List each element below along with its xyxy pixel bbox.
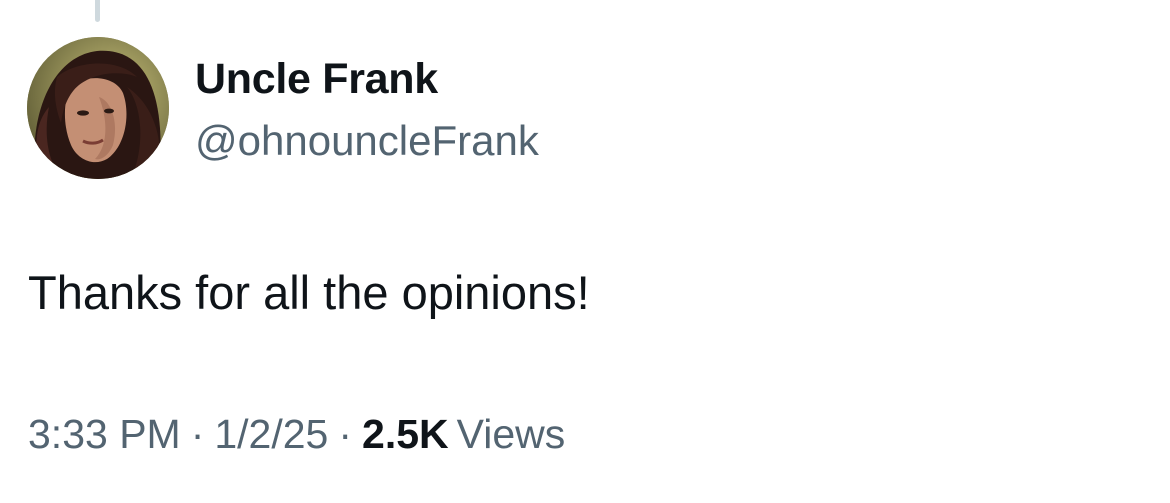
meta-separator: · bbox=[338, 411, 353, 457]
meta-separator: · bbox=[190, 411, 205, 457]
author-block: Uncle Frank @ohnouncleFrank bbox=[195, 52, 539, 168]
views-count[interactable]: 2.5K bbox=[362, 411, 449, 457]
thread-connector-line bbox=[95, 0, 100, 22]
author-handle[interactable]: @ohnouncleFrank bbox=[195, 114, 539, 168]
tweet-meta: 3:33 PM · 1/2/25 · 2.5K Views bbox=[28, 407, 565, 461]
tweet-date[interactable]: 1/2/25 bbox=[214, 411, 328, 457]
tweet-text: Thanks for all the opinions! bbox=[28, 266, 590, 319]
profile-photo-icon bbox=[27, 37, 169, 179]
views-label[interactable]: Views bbox=[457, 411, 566, 457]
author-display-name[interactable]: Uncle Frank bbox=[195, 52, 539, 106]
avatar[interactable] bbox=[27, 37, 169, 179]
tweet-time[interactable]: 3:33 PM bbox=[28, 411, 181, 457]
